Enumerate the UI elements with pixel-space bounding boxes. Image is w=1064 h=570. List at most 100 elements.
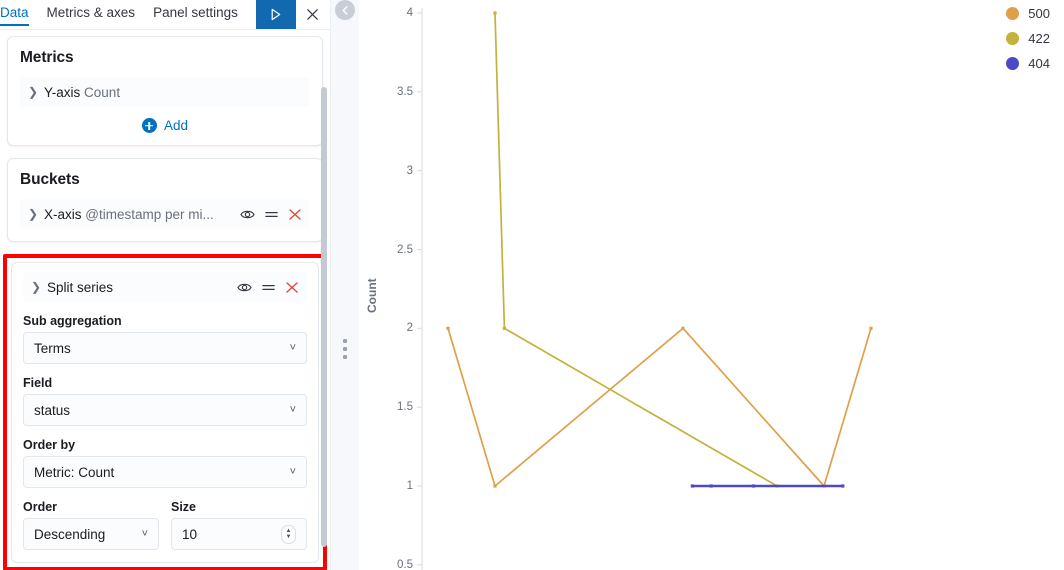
order-by-select[interactable]: Metric: Count ˅	[23, 456, 307, 488]
bucket-row-controls	[240, 208, 306, 221]
eye-icon[interactable]	[237, 281, 252, 294]
chart-data-point[interactable]	[709, 484, 713, 488]
chevron-down-icon: ˅	[141, 528, 148, 540]
chart-data-point[interactable]	[446, 326, 450, 330]
grip-dot	[343, 355, 347, 359]
close-icon	[307, 9, 319, 20]
metric-row-prefix: Y-axis	[44, 84, 81, 100]
drag-handle-icon[interactable]	[264, 208, 279, 221]
legend-label: 404	[1028, 56, 1050, 71]
chart-data-point[interactable]	[841, 484, 845, 488]
collapse-panel-button[interactable]	[335, 0, 355, 20]
sub-aggregation-value: Terms	[34, 340, 71, 356]
metrics-title: Metrics	[20, 49, 74, 66]
eye-icon[interactable]	[240, 208, 255, 221]
bucket-row-prefix: X-axis	[44, 206, 82, 222]
grip-dot	[343, 347, 347, 351]
bucket-row-label: X-axis @timestamp per mi...	[44, 207, 214, 222]
metric-row-label: Y-axis Count	[44, 85, 120, 100]
editor-scrollbar[interactable]	[321, 30, 327, 570]
sub-aggregation-select[interactable]: Terms ˅	[23, 332, 307, 364]
legend-color-dot	[1006, 32, 1020, 45]
metric-row-value: Count	[84, 84, 121, 100]
editor-panel: Data Metrics & axes Panel settings Metri…	[0, 0, 330, 570]
tab-panel-settings-label: Panel settings	[153, 5, 238, 20]
grip-dot	[343, 339, 347, 343]
chart-data-point[interactable]	[869, 326, 873, 330]
order-label: Order	[23, 500, 58, 514]
bucket-row-x-axis[interactable]: ❯ X-axis @timestamp per mi...	[20, 199, 310, 229]
size-value: 10	[182, 526, 198, 542]
remove-icon[interactable]	[288, 208, 302, 221]
field-value: status	[34, 402, 71, 418]
split-series-highlight: ❯ Split series Sub aggregation Terms ˅ F…	[3, 254, 327, 570]
order-value: Descending	[34, 526, 106, 542]
size-label: Size	[171, 500, 197, 514]
chevron-left-icon	[342, 5, 348, 15]
legend-color-dot	[1006, 7, 1020, 20]
stepper-down-icon: ▼	[285, 534, 292, 540]
tab-data[interactable]: Data	[0, 0, 39, 26]
chart-series-line	[447, 327, 872, 487]
tab-panel-settings[interactable]: Panel settings	[153, 0, 248, 26]
legend-item[interactable]: 422	[1006, 31, 1050, 46]
tab-metrics-axes[interactable]: Metrics & axes	[47, 0, 146, 26]
chevron-down-icon: ˅	[289, 404, 296, 416]
chart-legend: 500 422 404	[1006, 6, 1050, 71]
chevron-down-icon: ˅	[289, 466, 296, 478]
field-label: Field	[23, 376, 53, 390]
quantity-stepper[interactable]: ▲ ▼	[281, 524, 296, 544]
legend-label: 500	[1028, 6, 1050, 21]
resize-grip-icon[interactable]	[343, 339, 347, 359]
field-select[interactable]: status ˅	[23, 394, 307, 426]
tab-metrics-axes-label: Metrics & axes	[46, 5, 136, 20]
order-by-value: Metric: Count	[34, 464, 115, 480]
editor-scroll-container[interactable]: Metrics ❯ Y-axis Count Add Buckets ❯ X-a…	[0, 30, 330, 570]
legend-label: 422	[1028, 31, 1050, 46]
chart-data-point[interactable]	[493, 484, 497, 488]
buckets-card: Buckets ❯ X-axis @timestamp per mi...	[7, 158, 323, 242]
size-group: Size 10 ▲ ▼	[171, 488, 307, 550]
order-size-row: Order Descending ˅ Size 10 ▲ ▼	[23, 488, 307, 550]
split-series-card: ❯ Split series Sub aggregation Terms ˅ F…	[11, 262, 319, 563]
chart-data-point[interactable]	[690, 484, 694, 488]
scrollbar-thumb[interactable]	[321, 87, 327, 547]
plus-icon	[141, 118, 157, 133]
chart-data-point[interactable]	[681, 326, 685, 330]
legend-item[interactable]: 404	[1006, 56, 1050, 71]
chart-series-line	[494, 12, 778, 487]
split-series-title: Split series	[47, 279, 114, 295]
drag-handle-icon[interactable]	[261, 281, 276, 294]
metrics-card: Metrics ❯ Y-axis Count Add	[7, 36, 323, 146]
panel-gutter	[330, 0, 359, 570]
kibana-visualize-editor: Data Metrics & axes Panel settings Metri…	[0, 0, 1064, 570]
chart-data-point[interactable]	[502, 326, 506, 330]
chart-data-point[interactable]	[751, 484, 756, 488]
editor-tabbar: Data Metrics & axes Panel settings	[0, 0, 330, 30]
play-icon	[271, 8, 281, 21]
buckets-title: Buckets	[20, 171, 80, 188]
legend-item[interactable]: 500	[1006, 6, 1050, 21]
chevron-right-icon[interactable]: ❯	[22, 207, 44, 221]
sub-aggregation-label: Sub aggregation	[23, 314, 122, 328]
metric-row-y-axis[interactable]: ❯ Y-axis Count	[20, 77, 310, 107]
tab-data-label: Data	[0, 5, 29, 20]
order-select[interactable]: Descending ˅	[23, 518, 159, 550]
close-editor-button[interactable]	[296, 0, 330, 29]
remove-icon[interactable]	[285, 281, 299, 294]
legend-color-dot	[1006, 57, 1020, 70]
chevron-right-icon[interactable]: ❯	[22, 85, 44, 99]
size-input[interactable]: 10 ▲ ▼	[171, 518, 307, 550]
split-series-controls	[237, 281, 303, 294]
add-metric-button[interactable]: Add	[20, 118, 310, 133]
apply-changes-button[interactable]	[255, 0, 296, 29]
chevron-down-icon[interactable]: ❯	[25, 280, 47, 294]
bucket-row-split-series[interactable]: ❯ Split series	[23, 272, 307, 302]
chart-plot-area	[417, 8, 873, 570]
chart-data-point[interactable]	[493, 11, 497, 15]
bucket-row-value: @timestamp per mi...	[85, 206, 214, 222]
add-metric-label: Add	[163, 118, 189, 133]
chevron-down-icon: ˅	[289, 342, 296, 354]
order-by-label: Order by	[23, 438, 76, 452]
visualization-chart: Count 4 3.5 3 2.5 2 1.5 1 0.5 500 422 404	[359, 0, 1064, 570]
